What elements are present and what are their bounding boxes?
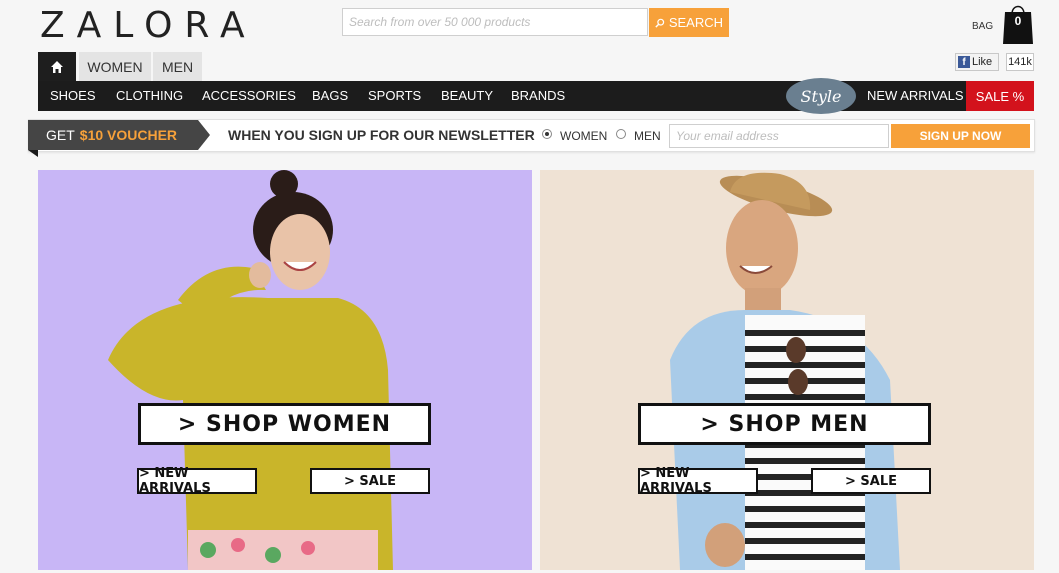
nav-sale[interactable]: SALE %	[966, 81, 1034, 111]
radio-women-label[interactable]: WOMEN	[560, 129, 607, 143]
men-sale-button[interactable]: > SALE	[811, 468, 931, 494]
women-banner[interactable]	[38, 170, 532, 570]
men-banner[interactable]	[540, 170, 1034, 570]
search-button-label: SEARCH	[668, 15, 723, 30]
voucher-fold	[28, 150, 38, 157]
radio-men-label[interactable]: MEN	[634, 129, 661, 143]
home-tab[interactable]	[38, 52, 76, 81]
search-icon	[655, 18, 665, 28]
facebook-like-count: 141k	[1006, 53, 1034, 71]
bag-label: BAG	[972, 21, 994, 32]
facebook-icon: f	[958, 56, 970, 68]
nav-style[interactable]: Style	[786, 78, 856, 114]
shop-women-button[interactable]: > SHOP WOMEN	[138, 403, 431, 445]
women-new-arrivals-button[interactable]: > NEW ARRIVALS	[137, 466, 257, 496]
voucher-prefix: GET	[46, 127, 75, 143]
nav-shoes[interactable]: SHOES	[50, 81, 96, 111]
search-button[interactable]: SEARCH	[649, 8, 729, 37]
email-field[interactable]	[669, 124, 889, 148]
voucher-arrow	[198, 120, 210, 150]
tab-women[interactable]: WOMEN	[79, 52, 151, 81]
newsletter-text: WHEN YOU SIGN UP FOR OUR NEWSLETTER	[228, 127, 535, 143]
shop-men-button[interactable]: > SHOP MEN	[638, 403, 931, 445]
nav-brands[interactable]: BRANDS	[511, 81, 565, 111]
men-new-arrivals-button[interactable]: > NEW ARRIVALS	[638, 466, 758, 496]
nav-sports[interactable]: SPORTS	[368, 81, 421, 111]
women-model-image	[108, 170, 393, 570]
nav-bags[interactable]: BAGS	[312, 81, 348, 111]
voucher-amount: $10 VOUCHER	[79, 127, 178, 143]
zalora-logo[interactable]: ZALORA	[40, 6, 257, 46]
bag-count: 0	[1014, 14, 1022, 28]
women-sale-button[interactable]: > SALE	[310, 468, 430, 494]
facebook-like-label: Like	[972, 56, 993, 68]
tab-men[interactable]: MEN	[153, 52, 202, 81]
men-model-image	[670, 172, 900, 570]
radio-men[interactable]	[616, 129, 626, 139]
home-icon	[51, 60, 63, 73]
nav-beauty[interactable]: BEAUTY	[441, 81, 493, 111]
facebook-like-button[interactable]: f Like	[955, 53, 999, 71]
radio-women[interactable]	[542, 129, 552, 139]
search-input[interactable]	[342, 8, 648, 36]
sign-up-button[interactable]: SIGN UP NOW	[891, 124, 1030, 148]
nav-clothing[interactable]: CLOTHING	[116, 81, 183, 111]
nav-new-arrivals[interactable]: NEW ARRIVALS	[867, 81, 964, 111]
nav-accessories[interactable]: ACCESSORIES	[202, 81, 296, 111]
voucher-banner: GET $10 VOUCHER	[28, 120, 198, 150]
